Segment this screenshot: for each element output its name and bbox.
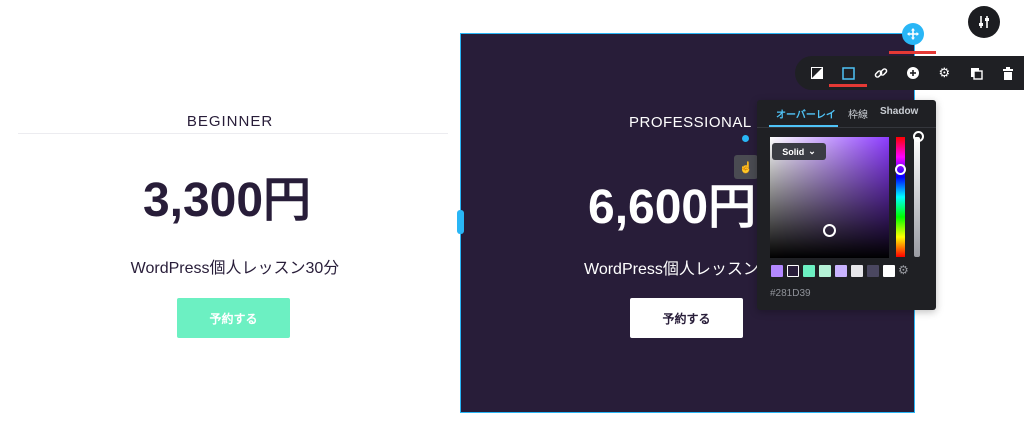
move-icon[interactable] xyxy=(902,23,924,45)
hex-value[interactable]: #281D39 xyxy=(770,288,811,299)
tab-border[interactable]: 枠線 xyxy=(848,106,868,121)
saturation-pointer[interactable] xyxy=(823,224,836,237)
settings-sliders-icon[interactable] xyxy=(968,6,1000,38)
swatch[interactable] xyxy=(835,265,847,277)
add-circle-icon[interactable] xyxy=(897,57,929,89)
swatch[interactable] xyxy=(787,265,799,277)
swatch[interactable] xyxy=(803,265,815,277)
professional-price: 6,600円 xyxy=(588,181,757,234)
beginner-description: WordPress個人レッスン30分 xyxy=(130,260,340,277)
fill-mode-label: Solid xyxy=(782,146,805,157)
hue-slider[interactable] xyxy=(896,137,905,257)
hue-pointer[interactable] xyxy=(895,164,906,175)
trash-icon[interactable] xyxy=(992,57,1024,89)
chevron-down-icon: ⌄ xyxy=(808,146,816,156)
hand-pointer-icon[interactable]: ☝ xyxy=(734,155,758,179)
tab-overlay[interactable]: オーバーレイ xyxy=(776,106,836,121)
resize-handle[interactable] xyxy=(457,210,464,234)
beginner-title: BEGINNER xyxy=(186,113,274,130)
swatch[interactable] xyxy=(819,265,831,277)
highlight-line xyxy=(889,51,936,54)
color-picker-panel: オーバーレイ 枠線 Shadow Solid ⌄ ⚙ #281D39 xyxy=(757,100,936,310)
divider xyxy=(18,133,448,134)
swatch[interactable] xyxy=(771,265,783,277)
active-indicator-dot xyxy=(742,135,749,142)
gear-icon[interactable]: ⚙ xyxy=(898,263,909,277)
swatch[interactable] xyxy=(883,265,895,277)
swatch[interactable] xyxy=(867,265,879,277)
tab-shadow[interactable]: Shadow xyxy=(880,106,918,117)
alpha-slider[interactable] xyxy=(914,137,920,257)
alpha-pointer[interactable] xyxy=(913,131,924,142)
professional-reserve-button[interactable]: 予約する xyxy=(630,298,743,338)
beginner-reserve-button[interactable]: 予約する xyxy=(177,298,290,338)
highlight-line xyxy=(829,84,867,87)
swatch[interactable] xyxy=(851,265,863,277)
divider xyxy=(757,127,936,128)
duplicate-icon[interactable] xyxy=(960,57,992,89)
link-icon[interactable] xyxy=(865,57,897,89)
fill-mode-select[interactable]: Solid ⌄ xyxy=(772,143,826,160)
gear-icon[interactable]: ⚙ xyxy=(928,57,960,89)
beginner-price: 3,300円 xyxy=(142,174,312,227)
professional-title: PROFESSIONAL xyxy=(629,114,752,131)
